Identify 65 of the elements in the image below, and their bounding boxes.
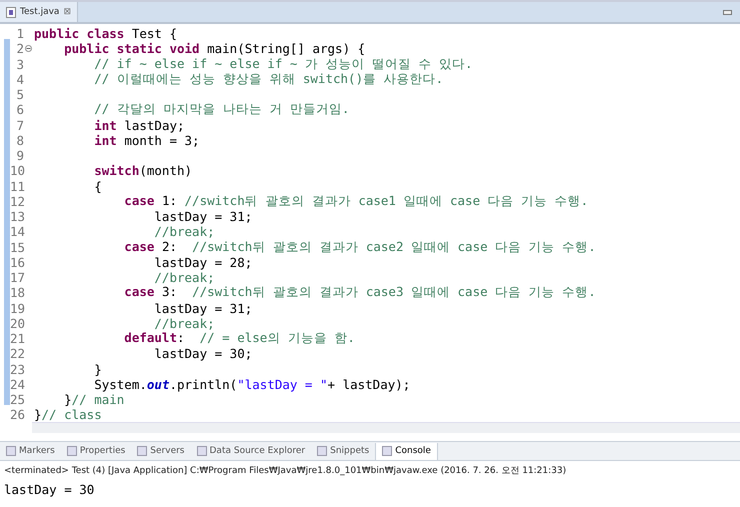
panel-tab[interactable]: Servers — [131, 442, 190, 460]
line-number: 6 — [15, 102, 24, 118]
code-line: //break; — [153, 270, 215, 286]
line-number: 5 — [15, 87, 24, 102]
code-line: public class Test { — [34, 26, 177, 42]
code-line: //break; — [153, 316, 215, 331]
line-number: 26 — [10, 407, 24, 422]
minimize-icon[interactable] — [723, 10, 732, 14]
code-line: //break; — [153, 224, 215, 240]
code-line: // 각달의 마지막을 나타는 거 만들거임. — [93, 101, 350, 118]
close-button[interactable]: ⊠ — [63, 7, 71, 17]
code-line: } — [93, 362, 102, 377]
code-line: lastDay = 28; — [153, 254, 252, 270]
line-number: 12 — [10, 194, 24, 209]
console-header: <terminated> Test (4) [Java Application] C:₩Program Files₩Java₩jre1.8.0_101₩bin₩javaw.exe (2016. 7. 26. 오전 11:21:33) — [3, 465, 568, 478]
code-line: // 이럴때에는 성능 향상을 위해 switch()를 사용한다. — [93, 70, 444, 88]
java-file-icon — [6, 6, 16, 18]
line-number: 17 — [10, 270, 24, 286]
line-number: 20 — [10, 316, 24, 331]
horizontal-scrollbar[interactable] — [32, 422, 740, 433]
panel-tab[interactable]: Snippets — [311, 442, 376, 460]
line-number: 19 — [10, 300, 24, 316]
line-number: 8 — [15, 132, 24, 148]
line-number: 3 — [15, 56, 24, 72]
code-line: int month = 3; — [93, 132, 200, 148]
code-line: case 3: //switch뒤 괄호의 결과가 case3 일때에 case 다음 기능 수행. — [123, 284, 596, 302]
code-line: default: // = else의 기능을 함. — [123, 330, 355, 348]
editor-tab[interactable]: Test.java ⊠ — [0, 2, 78, 22]
line-number: 25 — [10, 392, 24, 408]
code-line: case 1: //switch뒤 괄호의 결과가 case1 일때에 case 다음 기능 수행. — [123, 192, 588, 210]
line-number: 22 — [10, 346, 24, 362]
panel-tab[interactable]: Properties — [60, 442, 132, 460]
code-line: public static void main(String[] args) { — [63, 41, 366, 56]
line-number: 2 — [15, 41, 24, 56]
line-number: 11 — [10, 178, 24, 194]
code-line: switch(month) — [93, 163, 192, 178]
code-line: System.out.println("lastDay = "+ lastDay); — [93, 376, 410, 392]
line-number: 16 — [10, 254, 24, 270]
line-number: 10 — [10, 163, 24, 178]
line-number: 23 — [10, 362, 24, 377]
line-number: 14 — [10, 224, 24, 240]
line-number: 18 — [10, 285, 24, 300]
line-number: 21 — [10, 331, 24, 346]
console-output: lastDay = 30 — [3, 481, 96, 499]
code-line: // if ~ else if ~ else if ~ 가 성능이 떨어질 수 있다. — [94, 56, 473, 73]
code-line: int lastDay; — [93, 118, 185, 133]
line-number: 1 — [15, 26, 24, 42]
code-line: lastDay = 30; — [153, 346, 252, 362]
panel-tab[interactable]: Markers — [0, 442, 61, 460]
code-line: }// class — [34, 407, 102, 422]
code-line: lastDay = 31; — [153, 209, 252, 224]
code-line: case 2: //switch뒤 괄호의 결과가 case2 일때에 case 다음 기능 수행. — [123, 238, 596, 256]
line-number: 13 — [10, 209, 24, 224]
code-line: }// main — [63, 392, 124, 408]
panel-tab[interactable]: Console — [375, 442, 438, 460]
code-line: lastDay = 31; — [153, 300, 252, 316]
line-number: 15 — [10, 240, 24, 255]
line-number: 24 — [10, 376, 24, 392]
line-number: 4 — [15, 72, 24, 87]
collapse-icon[interactable] — [24, 45, 32, 52]
code-line: { — [93, 178, 102, 194]
panel-tab[interactable]: Data Source Explorer — [190, 442, 312, 460]
line-number: 9 — [15, 148, 24, 164]
tab-label: Test.java — [20, 7, 60, 17]
line-number: 7 — [15, 118, 24, 133]
